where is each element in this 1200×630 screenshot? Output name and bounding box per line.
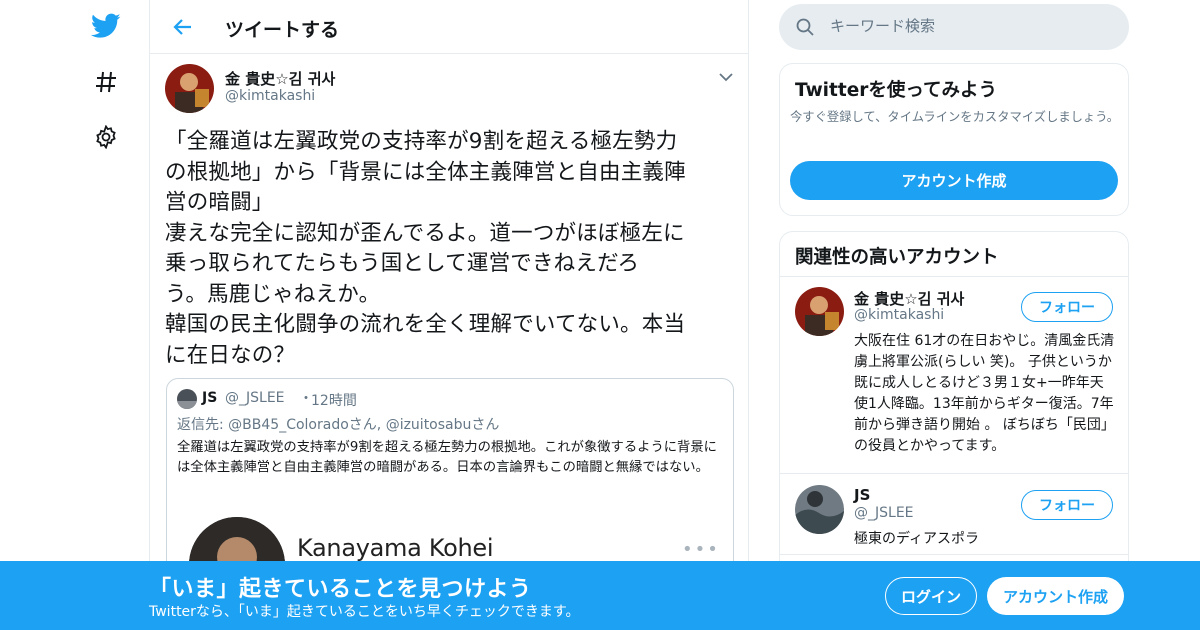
account-item[interactable]: 金 貴史☆김 귀사 @kimtakashi フォロー 大阪在住 61才の在日おや… <box>780 277 1128 474</box>
follow-button[interactable]: フォロー <box>1021 292 1113 322</box>
banner-title: 「いま」起きていることを見つけよう <box>149 577 532 602</box>
twitter-bird-icon <box>91 13 121 38</box>
main-column: ツイートする 金 貴史☆김 귀사 @kimtakashi 「全羅道は左翼政党の支… <box>149 0 749 630</box>
quoted-text: 全羅道は左翼政党の支持率が9割を超える極左勢力の根拠地。これが象徴するように背景… <box>177 440 717 475</box>
search-icon <box>796 18 814 36</box>
page-title: ツイートする <box>225 19 340 41</box>
reply-separator: , <box>376 417 386 433</box>
reply-user-link[interactable]: @BB45_Coloradoさん <box>228 417 377 433</box>
more-icon: ••• <box>682 539 720 560</box>
page-root: ツイートする 金 貴史☆김 귀사 @kimtakashi 「全羅道は左翼政党の支… <box>0 0 1200 630</box>
account-bio: 大阪在住 61才の在日おやじ。清風金氏清虜上將軍公派(らしい 笑)。 子供という… <box>854 333 1115 454</box>
explore-button[interactable] <box>88 64 124 100</box>
quoted-handle: @_JSLEE <box>225 390 285 406</box>
related-accounts-title: 関連性の高いアカウント <box>795 247 999 268</box>
arrow-left-icon <box>173 19 191 35</box>
banner-create-account-button[interactable]: アカウント作成 <box>987 577 1124 615</box>
signup-card: Twitterを使ってみよう 今すぐ登録して、タイムラインをカスタマイズしましょ… <box>779 63 1129 216</box>
account-item[interactable]: JS @_JSLEE フォロー 極東のディアスポラ <box>780 475 1128 555</box>
tweet-text: 「全羅道は左翼政党の支持率が9割を超える極左勢力 の根拠地」から「背景には全体主… <box>165 129 686 368</box>
account-handle[interactable]: @_JSLEE <box>854 505 914 521</box>
create-account-button[interactable]: アカウント作成 <box>790 161 1118 200</box>
avatar[interactable] <box>795 287 844 336</box>
bottom-banner: 「いま」起きていることを見つけよう Twitterなら、「いま」起きていることを… <box>0 561 1200 630</box>
quoted-tweet[interactable]: JS @_JSLEE ・ 12時間 返信先: @BB45_Coloradoさん,… <box>166 378 734 578</box>
gear-icon <box>96 125 116 149</box>
author-name[interactable]: 金 貴史☆김 귀사 <box>225 68 335 89</box>
back-button[interactable] <box>168 12 198 42</box>
search-box[interactable] <box>779 4 1129 50</box>
hashtag-icon <box>96 71 116 93</box>
main-header: ツイートする <box>150 0 748 54</box>
signup-card-description: 今すぐ登録して、タイムラインをカスタマイズしましょう。 <box>790 110 1120 124</box>
quoted-reply-to: 返信先: @BB45_Coloradoさん, @izuitosabuさん <box>177 414 499 434</box>
account-bio: 極東のディアスポラ <box>854 531 980 547</box>
avatar[interactable] <box>795 485 844 534</box>
search-input[interactable] <box>830 17 1110 35</box>
account-handle[interactable]: @kimtakashi <box>854 307 944 323</box>
media-name: Kanayama Kohei <box>297 534 494 562</box>
chevron-down-icon <box>719 73 733 82</box>
account-name[interactable]: JS <box>854 486 870 504</box>
banner-subtitle: Twitterなら、「いま」起きていることをいち早くチェックできます。 <box>149 604 580 620</box>
quoted-name: JS <box>202 390 218 406</box>
login-button[interactable]: ログイン <box>885 577 977 615</box>
tweet-menu-button[interactable] <box>716 68 736 86</box>
follow-button[interactable]: フォロー <box>1021 490 1113 520</box>
quoted-avatar <box>177 389 197 409</box>
settings-button[interactable] <box>88 119 124 155</box>
twitter-logo-button[interactable] <box>88 8 124 44</box>
reply-prefix: 返信先: <box>177 417 229 433</box>
author-avatar[interactable] <box>165 64 214 113</box>
account-name[interactable]: 金 貴史☆김 귀사 <box>854 288 964 309</box>
signup-card-title: Twitterを使ってみよう <box>795 80 997 101</box>
reply-user-link[interactable]: @izuitosabuさん <box>386 417 500 433</box>
quoted-time: 12時間 <box>311 393 357 409</box>
author-handle[interactable]: @kimtakashi <box>225 88 315 104</box>
